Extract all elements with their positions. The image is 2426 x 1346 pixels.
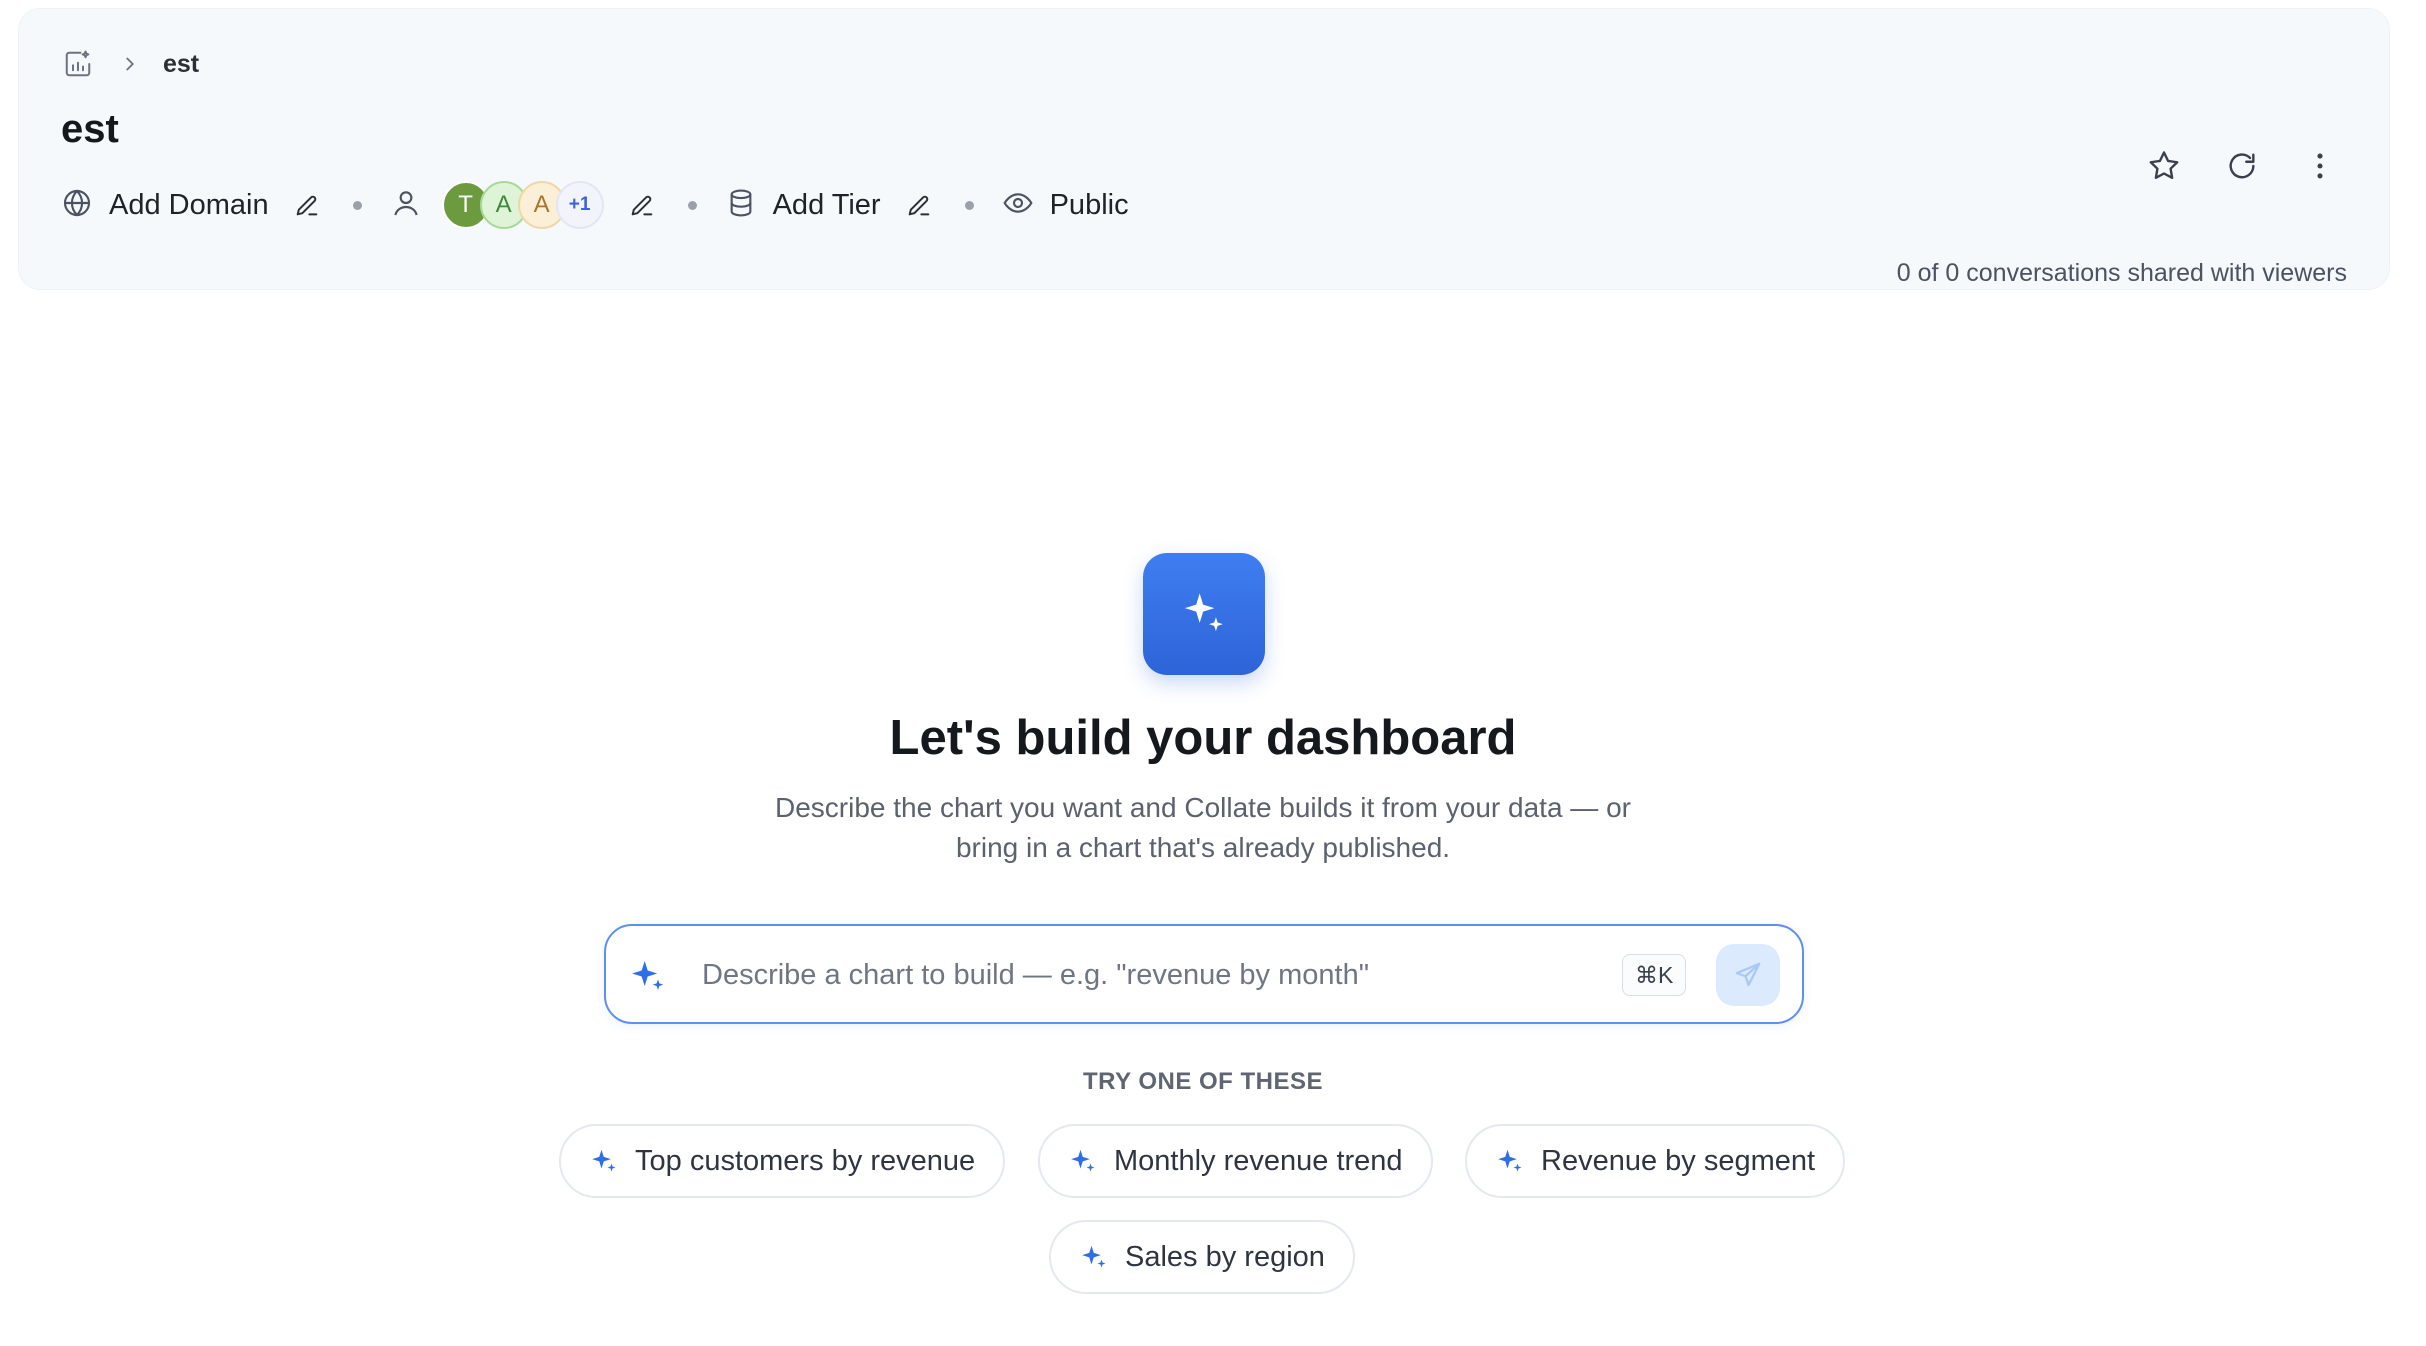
owners-section: T A A +1 (390, 181, 660, 229)
send-icon (1735, 962, 1761, 987)
visibility-label[interactable]: Public (1050, 189, 1129, 222)
page-title: est (61, 107, 119, 151)
sparkle-icon (1079, 1242, 1109, 1272)
suggestion-chip[interactable]: Monthly revenue trend (1038, 1124, 1433, 1198)
suggestion-label: Revenue by segment (1541, 1144, 1816, 1177)
suggestion-chip[interactable]: Top customers by revenue (559, 1124, 1006, 1198)
avatar-more-count[interactable]: +1 (555, 181, 604, 229)
pencil-icon (631, 195, 652, 216)
hero-subtitle-line: Describe the chart you want and Collate … (775, 792, 1631, 823)
separator-dot (352, 200, 362, 210)
chart-prompt-box: ⌘K (604, 924, 1804, 1024)
share-status: 0 of 0 conversations shared with viewers (1896, 259, 2347, 287)
user-icon (390, 187, 422, 224)
hero-title: Let's build your dashboard (889, 711, 1517, 765)
send-button[interactable] (1716, 944, 1780, 1006)
suggestion-label: Top customers by revenue (635, 1144, 976, 1177)
sparkle-icon (589, 1146, 619, 1176)
header-actions (2145, 147, 2339, 185)
chart-prompt-input[interactable] (702, 946, 1592, 1004)
suggestion-label: Monthly revenue trend (1114, 1144, 1403, 1177)
edit-tier-button[interactable] (901, 187, 937, 223)
separator-dot (964, 200, 974, 210)
chevron-right-icon (115, 49, 145, 79)
sparkle-icon (628, 956, 668, 996)
sparkle-icon (1068, 1146, 1098, 1176)
owner-avatars[interactable]: T A A +1 (441, 181, 604, 229)
keyboard-shortcut-hint: ⌘K (1622, 954, 1687, 996)
breadcrumb-current[interactable]: est (163, 50, 199, 79)
sparkles-icon (1143, 553, 1265, 675)
suggestion-chip[interactable]: Sales by region (1049, 1220, 1355, 1294)
separator-dot (687, 200, 697, 210)
edit-owners-button[interactable] (624, 187, 660, 223)
refresh-icon[interactable] (2223, 147, 2261, 185)
star-icon[interactable] (2145, 147, 2183, 185)
visibility-section[interactable]: Public (1002, 187, 1129, 224)
database-icon (725, 187, 757, 224)
edit-domain-button[interactable] (289, 187, 325, 223)
more-options-icon[interactable] (2301, 147, 2339, 185)
breadcrumb: est (61, 47, 199, 81)
pencil-icon (296, 195, 317, 216)
domain-section: Add Domain (61, 187, 325, 224)
dashboard-icon[interactable] (61, 47, 95, 81)
suggestion-chip[interactable]: Revenue by segment (1465, 1124, 1846, 1198)
add-domain-label[interactable]: Add Domain (109, 189, 269, 222)
hero-subtitle: Describe the chart you want and Collate … (703, 788, 1703, 868)
pencil-icon (908, 195, 929, 216)
hero-subtitle-line: bring in a chart that's already publishe… (955, 832, 1451, 863)
suggestion-label: Sales by region (1125, 1240, 1325, 1273)
dashboard-header: est est Add Domain T A A +1 Add Tier Pub… (18, 8, 2390, 290)
add-tier-label[interactable]: Add Tier (773, 189, 881, 222)
metadata-bar: Add Domain T A A +1 Add Tier Public (61, 179, 1129, 231)
tier-section: Add Tier (725, 187, 937, 224)
suggestions-label: TRY ONE OF THESE (1082, 1068, 1324, 1095)
eye-icon (1002, 187, 1034, 224)
sparkle-icon (1495, 1146, 1525, 1176)
globe-icon (61, 187, 93, 224)
